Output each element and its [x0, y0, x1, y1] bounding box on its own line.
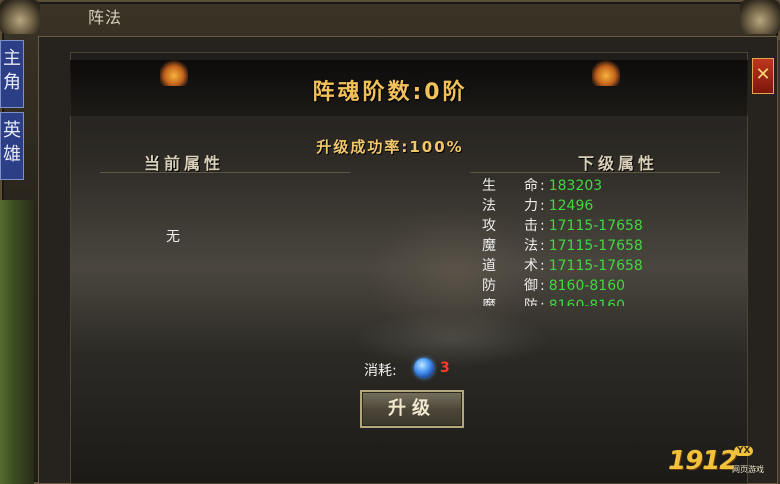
stat-name-char1: 道 — [482, 258, 496, 274]
upgrade-button[interactable]: 升级 — [360, 390, 464, 428]
stat-value: 12496 — [548, 198, 594, 214]
stat-name-char1: 防 — [482, 278, 496, 294]
stat-colon: : — [540, 298, 545, 306]
blue-gem-icon — [414, 358, 434, 378]
current-attributes-header: 当前属性 — [144, 154, 225, 173]
stat-row: 生 命:183203 — [482, 176, 702, 196]
stat-value: 183203 — [548, 178, 603, 194]
stat-colon: : — [540, 238, 545, 254]
stat-row: 防 御:8160-8160 — [482, 276, 702, 296]
stat-colon: : — [540, 198, 545, 214]
next-attributes-list[interactable]: 生命:183203 法力:12496 攻击:17115-17658 魔法:171… — [482, 176, 702, 306]
site-watermark: 1912 YX 网页游戏 — [668, 446, 774, 478]
stat-value: 17115-17658 — [548, 258, 643, 274]
stat-colon: : — [540, 258, 545, 274]
stat-row: 魔 防:8160-8160 — [482, 296, 702, 306]
stat-name-char2: 命 — [524, 178, 538, 194]
divider-left — [100, 172, 350, 173]
success-rate: 升级成功率:100% — [316, 138, 464, 156]
stat-value: 8160-8160 — [548, 298, 626, 306]
stat-name-char2: 力 — [524, 198, 538, 214]
stat-name-char1: 生 — [482, 178, 496, 194]
cost-amount: 3 — [440, 360, 450, 376]
stat-name-char2: 术 — [524, 258, 538, 274]
stat-row: 攻 击:17115-17658 — [482, 216, 702, 236]
stat-value: 17115-17658 — [548, 218, 643, 234]
watermark-number: 1912 — [668, 446, 737, 476]
stat-name-char2: 法 — [524, 238, 538, 254]
stat-value: 17115-17658 — [548, 238, 643, 254]
stat-name-char1: 魔 — [482, 238, 496, 254]
next-attributes-header: 下级属性 — [578, 154, 659, 173]
side-tabs: 主角 英雄 — [0, 40, 24, 184]
dragon-ornament-right-icon — [740, 0, 780, 34]
window-title: 阵法 — [88, 8, 123, 27]
stat-name-char2: 防 — [524, 298, 538, 306]
stat-name-char2: 御 — [524, 278, 538, 294]
stat-row: 法 力:12496 — [482, 196, 702, 216]
stat-row: 魔 法:17115-17658 — [482, 236, 702, 256]
cost-label: 消耗: — [364, 363, 397, 379]
watermark-badge: YX — [734, 446, 754, 456]
close-button[interactable]: ✕ — [752, 58, 774, 94]
stat-name-char1: 法 — [482, 198, 496, 214]
side-decoration-left — [0, 200, 34, 484]
formation-level-title: 阵魂阶数:0阶 — [312, 80, 468, 105]
stat-colon: : — [540, 218, 545, 234]
stat-colon: : — [540, 178, 545, 194]
divider-right — [470, 172, 720, 173]
stat-name-char1: 攻 — [482, 218, 496, 234]
dragon-ornament-left-icon — [0, 0, 40, 34]
stat-row: 道 术:17115-17658 — [482, 256, 702, 276]
stat-value: 8160-8160 — [548, 278, 626, 294]
stat-colon: : — [540, 278, 545, 294]
watermark-subtitle: 网页游戏 — [732, 465, 764, 474]
stat-name-char2: 击 — [524, 218, 538, 234]
current-attributes-value: 无 — [166, 229, 180, 245]
stat-name-char1: 魔 — [482, 298, 496, 306]
